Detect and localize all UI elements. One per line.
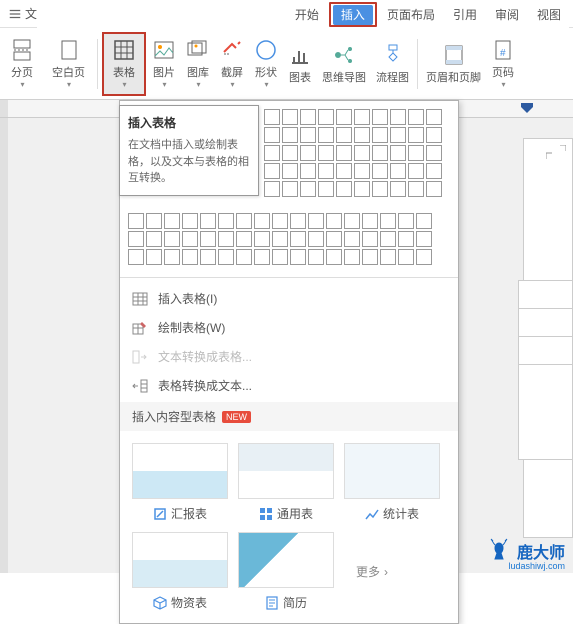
ribbon-table[interactable]: 表格▾ — [102, 32, 146, 96]
template-resume[interactable]: 简历 — [238, 532, 334, 611]
grid-icon — [259, 507, 273, 521]
ribbon-flowchart[interactable]: 流程图 — [372, 32, 413, 96]
table-icon — [132, 291, 148, 307]
chart-icon — [365, 507, 379, 521]
chevron-right-icon: › — [384, 565, 388, 579]
tooltip-description: 在文档中插入或绘制表格，以及文本与表格的相互转换。 — [128, 137, 250, 187]
template-statistics[interactable]: 统计表 — [344, 443, 440, 522]
convert-back-icon — [132, 378, 148, 394]
tooltip: 插入表格 在文档中插入或绘制表格，以及文本与表格的相互转换。 — [119, 105, 259, 196]
watermark-url: ludashiwj.com — [508, 561, 565, 571]
menu-draw-table[interactable]: 绘制表格(W) — [120, 313, 458, 342]
menu-text-to-table: 文本转换成表格... — [120, 342, 458, 371]
pencil-table-icon — [132, 320, 148, 336]
ribbon-screenshot[interactable]: 截屏▾ — [216, 32, 248, 96]
ribbon-gallery[interactable]: 图库▾ — [182, 32, 214, 96]
template-grid: 汇报表 通用表 统计表 物资表 — [120, 431, 458, 623]
divider — [97, 39, 98, 89]
template-material[interactable]: 物资表 — [132, 532, 228, 611]
new-badge: NEW — [222, 411, 251, 423]
indent-marker-icon[interactable] — [521, 103, 533, 115]
highlight-insert: 插入 — [329, 2, 377, 27]
tab-reference[interactable]: 引用 — [445, 3, 485, 26]
separator — [120, 277, 458, 278]
vertical-ruler — [0, 118, 8, 573]
content-table-header: 插入内容型表格 NEW — [120, 402, 458, 431]
ribbon-chart[interactable]: 图表 — [284, 32, 316, 96]
tab-layout[interactable]: 页面布局 — [379, 3, 443, 26]
menu-insert-table[interactable]: 插入表格(I) — [120, 284, 458, 313]
template-more[interactable]: 更多 › — [344, 532, 400, 611]
template-report[interactable]: 汇报表 — [132, 443, 228, 522]
table-menu-list: 插入表格(I) 绘制表格(W) 文本转换成表格... 表格转换成文本... — [120, 282, 458, 402]
ribbon-shape[interactable]: 形状▾ — [250, 32, 282, 96]
table-grid-bottom[interactable] — [120, 205, 458, 273]
template-general[interactable]: 通用表 — [238, 443, 334, 522]
menu-bar: 开始 插入 页面布局 引用 审阅 视图 — [37, 0, 569, 28]
tab-view[interactable]: 视图 — [529, 3, 569, 26]
ribbon-page-break[interactable]: 分页▾ — [2, 32, 42, 96]
box-icon — [153, 596, 167, 610]
ribbon-picture[interactable]: 图片▾ — [148, 32, 180, 96]
page-corner-icon — [546, 145, 566, 159]
tab-start[interactable]: 开始 — [287, 3, 327, 26]
ribbon-mindmap[interactable]: 思维导图 — [318, 32, 370, 96]
divider — [417, 39, 418, 89]
ribbon-header-footer[interactable]: 页眉和页脚 — [422, 32, 485, 96]
convert-icon — [132, 349, 148, 365]
tooltip-title: 插入表格 — [128, 114, 250, 131]
ribbon-blank-page[interactable]: 空白页▾ — [44, 32, 93, 96]
tab-review[interactable]: 审阅 — [487, 3, 527, 26]
svg-text:#: # — [500, 48, 506, 59]
ribbon-toolbar: 分页▾ 空白页▾ 表格▾ 图片▾ 图库▾ 截屏▾ 形状▾ 图表 思维导图 流程图… — [0, 28, 573, 100]
ribbon-page-number[interactable]: # 页码▾ — [487, 32, 519, 96]
tab-insert[interactable]: 插入 — [333, 5, 373, 25]
side-panel — [518, 280, 573, 460]
document-icon — [265, 596, 279, 610]
edit-icon — [153, 507, 167, 521]
menu-table-to-text[interactable]: 表格转换成文本... — [120, 371, 458, 400]
